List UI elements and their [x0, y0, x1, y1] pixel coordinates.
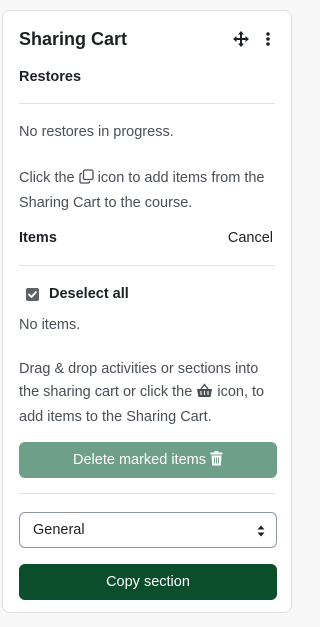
section-select-value: General: [33, 522, 85, 538]
checkbox-checked-icon[interactable]: [26, 288, 39, 301]
cancel-link[interactable]: Cancel: [228, 230, 273, 246]
copy-section-button[interactable]: Copy section: [19, 564, 277, 600]
delete-marked-items-button[interactable]: Delete marked items: [19, 442, 277, 478]
items-help-text: Drag & drop activities or sections into …: [19, 358, 275, 429]
deselect-all-label: Deselect all: [49, 286, 129, 302]
select-arrows-icon: [256, 524, 266, 538]
block-title: Sharing Cart: [19, 29, 128, 49]
items-empty-text: No items.: [19, 317, 81, 333]
delete-button-label: Delete marked items: [73, 452, 206, 468]
sharing-cart-block: Sharing Cart Restores No restores in pro…: [2, 10, 292, 613]
restores-help-before: Click the: [19, 170, 75, 186]
divider: [19, 493, 275, 494]
copy-icon: [78, 169, 94, 192]
restores-status: No restores in progress.: [19, 124, 174, 140]
block-header: Sharing Cart: [19, 27, 275, 53]
restores-help-text: Click the icon to add items from the Sha…: [19, 167, 275, 215]
basket-icon: [196, 383, 213, 406]
items-heading: Items: [19, 230, 57, 246]
trash-icon: [210, 450, 223, 470]
kebab-menu-icon[interactable]: [263, 30, 273, 48]
divider: [19, 103, 275, 104]
restores-heading: Restores: [19, 69, 82, 85]
section-select[interactable]: General: [19, 512, 277, 548]
divider: [19, 265, 275, 266]
move-icon[interactable]: [232, 30, 250, 48]
